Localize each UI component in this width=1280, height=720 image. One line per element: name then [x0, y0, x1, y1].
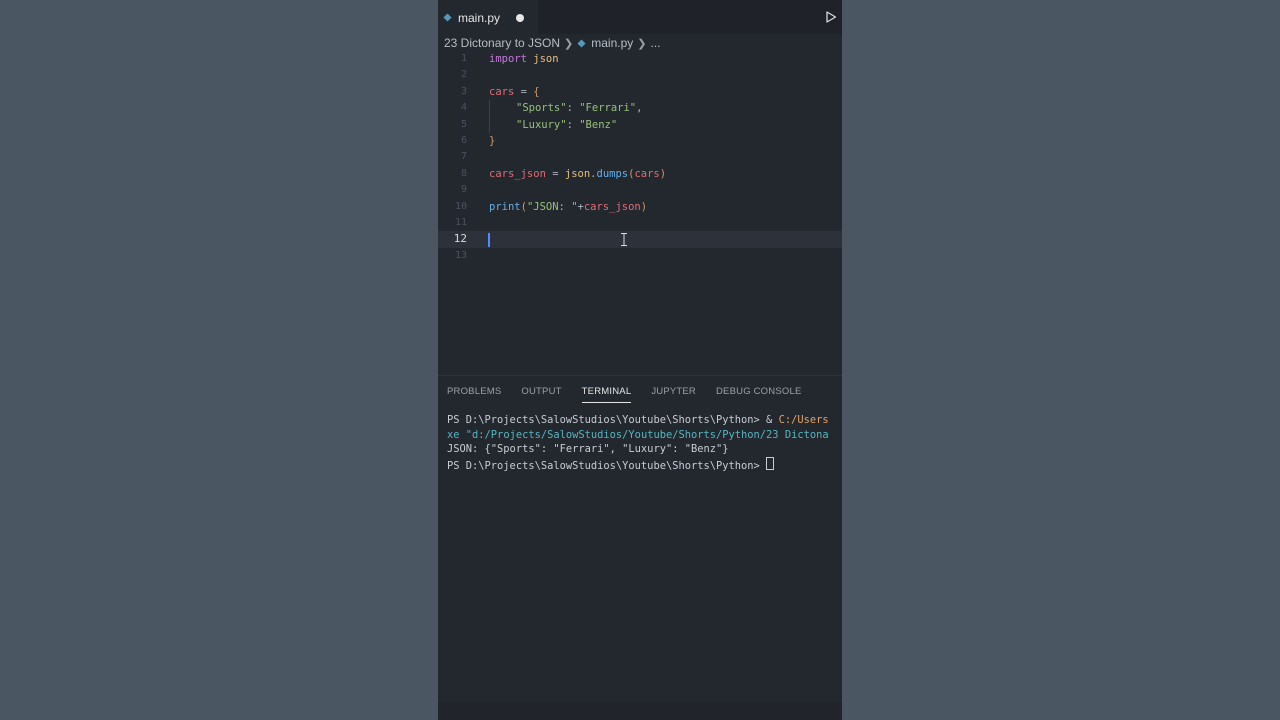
code-line[interactable]: 3 cars = { — [438, 84, 842, 100]
code-text: cars = { — [489, 85, 540, 98]
code-text: "Luxury": "Benz" — [516, 118, 618, 131]
code-text: print("JSON: "+cars_json) — [489, 200, 648, 213]
code-line[interactable]: 5 "Luxury": "Benz" — [438, 117, 842, 133]
line-number: 12 — [453, 232, 467, 246]
line-number: 11 — [454, 217, 467, 228]
breadcrumb-more[interactable]: ... — [651, 36, 661, 50]
code-line[interactable]: 9 — [438, 182, 842, 198]
chevron-right-icon: ❯ — [637, 37, 647, 50]
tab-output[interactable]: OUTPUT — [521, 386, 561, 403]
terminal-cursor — [766, 456, 775, 470]
tab-jupyter[interactable]: JUPYTER — [651, 386, 696, 403]
line-number: 2 — [460, 69, 467, 81]
vscode-window: main.py 23 Dictonary to JSON ❯ main.py ❯… — [438, 0, 842, 720]
code-line[interactable]: 4 "Sports": "Ferrari", — [438, 100, 842, 116]
line-number: 5 — [460, 118, 467, 130]
right-background — [842, 0, 1280, 720]
breadcrumb-folder[interactable]: 23 Dictonary to JSON — [444, 36, 560, 50]
line-number: 8 — [460, 167, 467, 179]
tab-bar: main.py — [438, 0, 842, 34]
line-number: 13 — [454, 249, 467, 261]
code-line[interactable]: 7 — [438, 149, 842, 165]
terminal-output[interactable]: PS D:\Projects\SalowStudios\Youtube\Shor… — [447, 413, 842, 473]
status-bar — [438, 702, 842, 720]
code-text: cars_json = json.dumps(cars) — [489, 167, 667, 180]
code-line[interactable]: 10 print("JSON: "+cars_json) — [438, 199, 842, 215]
code-line[interactable]: 8 cars_json = json.dumps(cars) — [438, 166, 842, 182]
breadcrumb-file-label: main.py — [591, 36, 634, 50]
code-line-current[interactable]: 12 — [438, 231, 842, 248]
line-number: 9 — [460, 184, 467, 196]
code-text: "Sports": "Ferrari", — [516, 102, 643, 115]
code-text: import json — [489, 53, 559, 65]
python-file-icon — [443, 13, 452, 22]
tab-debug-console[interactable]: DEBUG CONSOLE — [716, 386, 801, 403]
breadcrumb-file[interactable]: main.py — [577, 36, 633, 50]
terminal-line: PS D:\Projects\SalowStudios\Youtube\Shor… — [447, 414, 829, 426]
code-line[interactable]: 13 — [438, 248, 842, 264]
python-file-icon — [577, 38, 586, 48]
line-number: 1 — [460, 53, 467, 64]
line-number: 7 — [460, 151, 467, 163]
breadcrumb: 23 Dictonary to JSON ❯ main.py ❯ ... — [444, 34, 661, 52]
line-number: 6 — [460, 135, 467, 146]
panel-tabs: PROBLEMS OUTPUT TERMINAL JUPYTER DEBUG C… — [447, 386, 821, 403]
tab-terminal[interactable]: TERMINAL — [581, 386, 632, 403]
tab-main-py[interactable]: main.py — [438, 0, 538, 34]
code-line[interactable]: 2 — [438, 67, 842, 83]
code-line[interactable]: 11 — [438, 215, 842, 231]
unsaved-dot-icon[interactable] — [516, 14, 524, 22]
ibeam-cursor-icon — [621, 233, 627, 247]
terminal-line: PS D:\Projects\SalowStudios\Youtube\Shor… — [447, 456, 842, 474]
left-background — [0, 0, 438, 720]
terminal-line: xe "d:/Projects/SalowStudios/Youtube/Sho… — [447, 428, 829, 441]
line-number: 3 — [460, 85, 467, 97]
line-number: 10 — [454, 200, 467, 212]
line-number: 4 — [460, 102, 467, 114]
tab-problems[interactable]: PROBLEMS — [447, 386, 501, 403]
code-line[interactable]: 1 import json — [438, 51, 842, 67]
terminal-line: JSON: {"Sports": "Ferrari", "Luxury": "B… — [447, 443, 729, 456]
text-cursor — [488, 232, 490, 247]
code-line[interactable]: 6 } — [438, 133, 842, 149]
bottom-panel: PROBLEMS OUTPUT TERMINAL JUPYTER DEBUG C… — [438, 375, 842, 720]
code-editor[interactable]: 1 import json 2 3 cars = { 4 "Sports": "… — [438, 51, 842, 373]
chevron-right-icon: ❯ — [564, 37, 574, 50]
tab-label: main.py — [458, 10, 501, 25]
play-icon[interactable] — [824, 10, 838, 24]
code-text: } — [489, 135, 496, 147]
